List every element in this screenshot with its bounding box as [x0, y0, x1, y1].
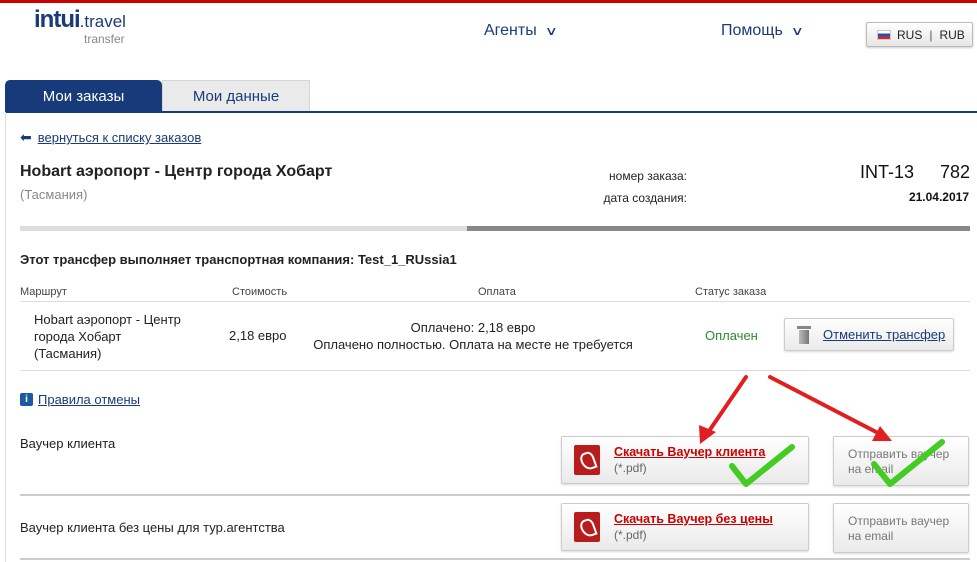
annotation-overlay — [699, 375, 945, 487]
red-arrow-right — [768, 375, 892, 441]
arrow-shaft — [705, 375, 748, 436]
red-arrow-left — [699, 375, 748, 444]
green-check-mark — [871, 439, 945, 487]
green-check-mark — [729, 444, 795, 487]
arrow-shaft — [768, 375, 882, 436]
page-root: intui.travel transfer Агенты ∨ Помощь ∨ RU… — [0, 0, 977, 562]
